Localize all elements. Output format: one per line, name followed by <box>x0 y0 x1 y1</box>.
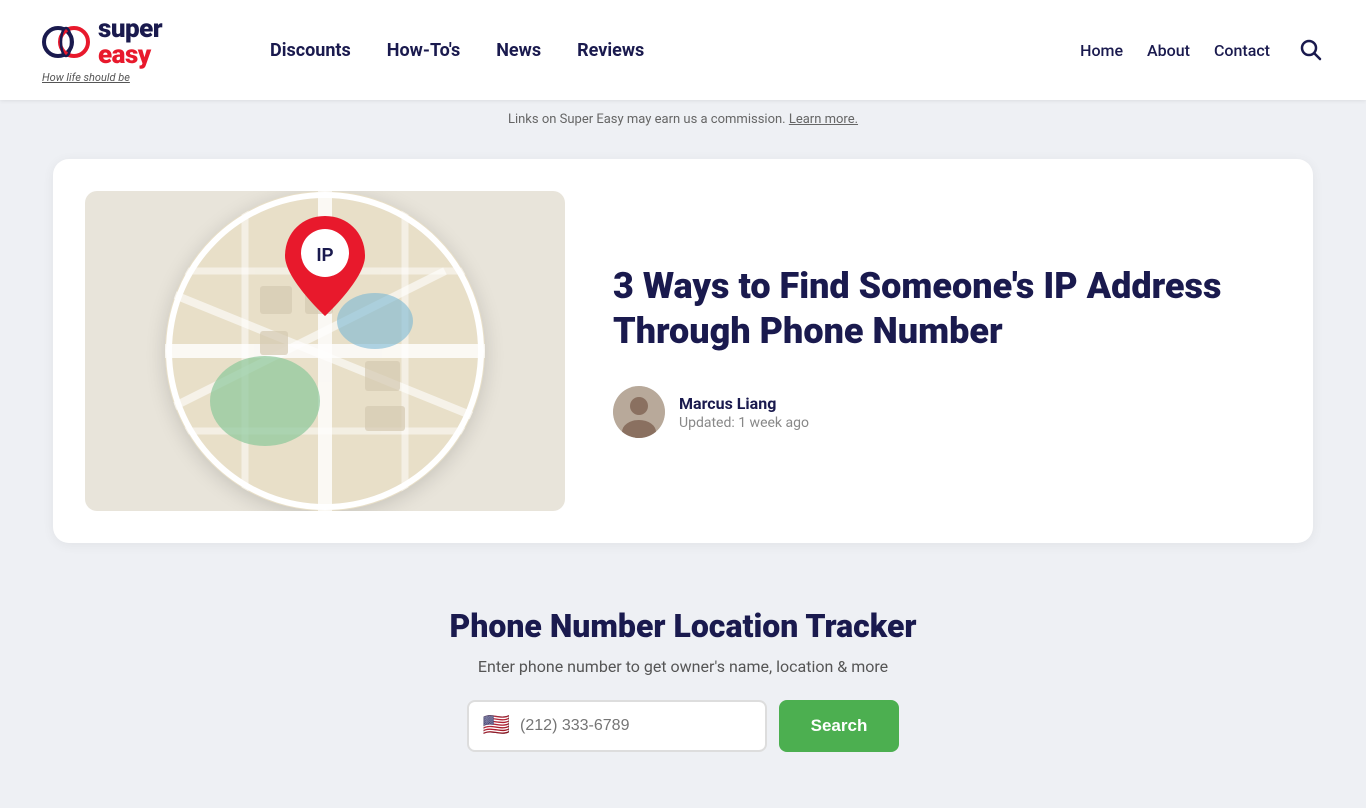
site-header: super easy How life should be Discounts … <box>0 0 1366 100</box>
tracker-subtitle: Enter phone number to get owner's name, … <box>353 657 1013 676</box>
map-illustration: IP <box>165 191 485 511</box>
right-nav: Home About Contact <box>1080 33 1326 68</box>
article-card: IP 3 Ways to Find Someone's IP Address T… <box>53 159 1313 543</box>
author-updated: Updated: 1 week ago <box>679 415 809 431</box>
search-button[interactable] <box>1294 33 1326 68</box>
nav-news[interactable]: News <box>496 40 541 61</box>
nav-reviews[interactable]: Reviews <box>577 40 644 61</box>
tracker-title: Phone Number Location Tracker <box>353 607 1013 645</box>
nav-contact[interactable]: Contact <box>1214 41 1270 60</box>
main-nav: Discounts How-To's News Reviews <box>270 40 1080 61</box>
article-image: IP <box>85 191 565 511</box>
logo-tagline: How life should be <box>40 71 130 84</box>
main-content: IP 3 Ways to Find Someone's IP Address T… <box>33 159 1333 788</box>
learn-more-link[interactable]: Learn more. <box>789 112 858 127</box>
nav-howtos[interactable]: How-To's <box>387 40 460 61</box>
nav-about[interactable]: About <box>1147 41 1190 60</box>
flag-icon: 🇺🇸 <box>483 715 510 737</box>
article-title: 3 Ways to Find Someone's IP Address Thro… <box>613 264 1281 354</box>
announcement-bar: Links on Super Easy may earn us a commis… <box>0 100 1366 139</box>
article-info: 3 Ways to Find Someone's IP Address Thro… <box>613 264 1281 438</box>
tracker-input-row: 🇺🇸 Search <box>353 700 1013 752</box>
nav-home[interactable]: Home <box>1080 41 1123 60</box>
nav-discounts[interactable]: Discounts <box>270 40 351 61</box>
logo-icon <box>40 16 92 68</box>
announcement-text: Links on Super Easy may earn us a commis… <box>508 112 786 127</box>
search-icon <box>1298 37 1322 61</box>
phone-input-wrapper: 🇺🇸 <box>467 700 767 752</box>
logo[interactable]: super easy How life should be <box>40 16 210 84</box>
logo-easy-text: easy <box>98 42 162 68</box>
phone-input[interactable] <box>520 717 751 735</box>
svg-text:IP: IP <box>316 245 333 265</box>
tracker-widget: Phone Number Location Tracker Enter phon… <box>313 567 1053 788</box>
search-btn[interactable]: Search <box>779 700 900 752</box>
author-details: Marcus Liang Updated: 1 week ago <box>679 394 809 431</box>
author-name: Marcus Liang <box>679 394 809 413</box>
logo-super-text: super <box>98 16 162 42</box>
author-avatar <box>613 386 665 438</box>
author-row: Marcus Liang Updated: 1 week ago <box>613 386 1281 438</box>
map-pin: IP <box>280 211 370 325</box>
